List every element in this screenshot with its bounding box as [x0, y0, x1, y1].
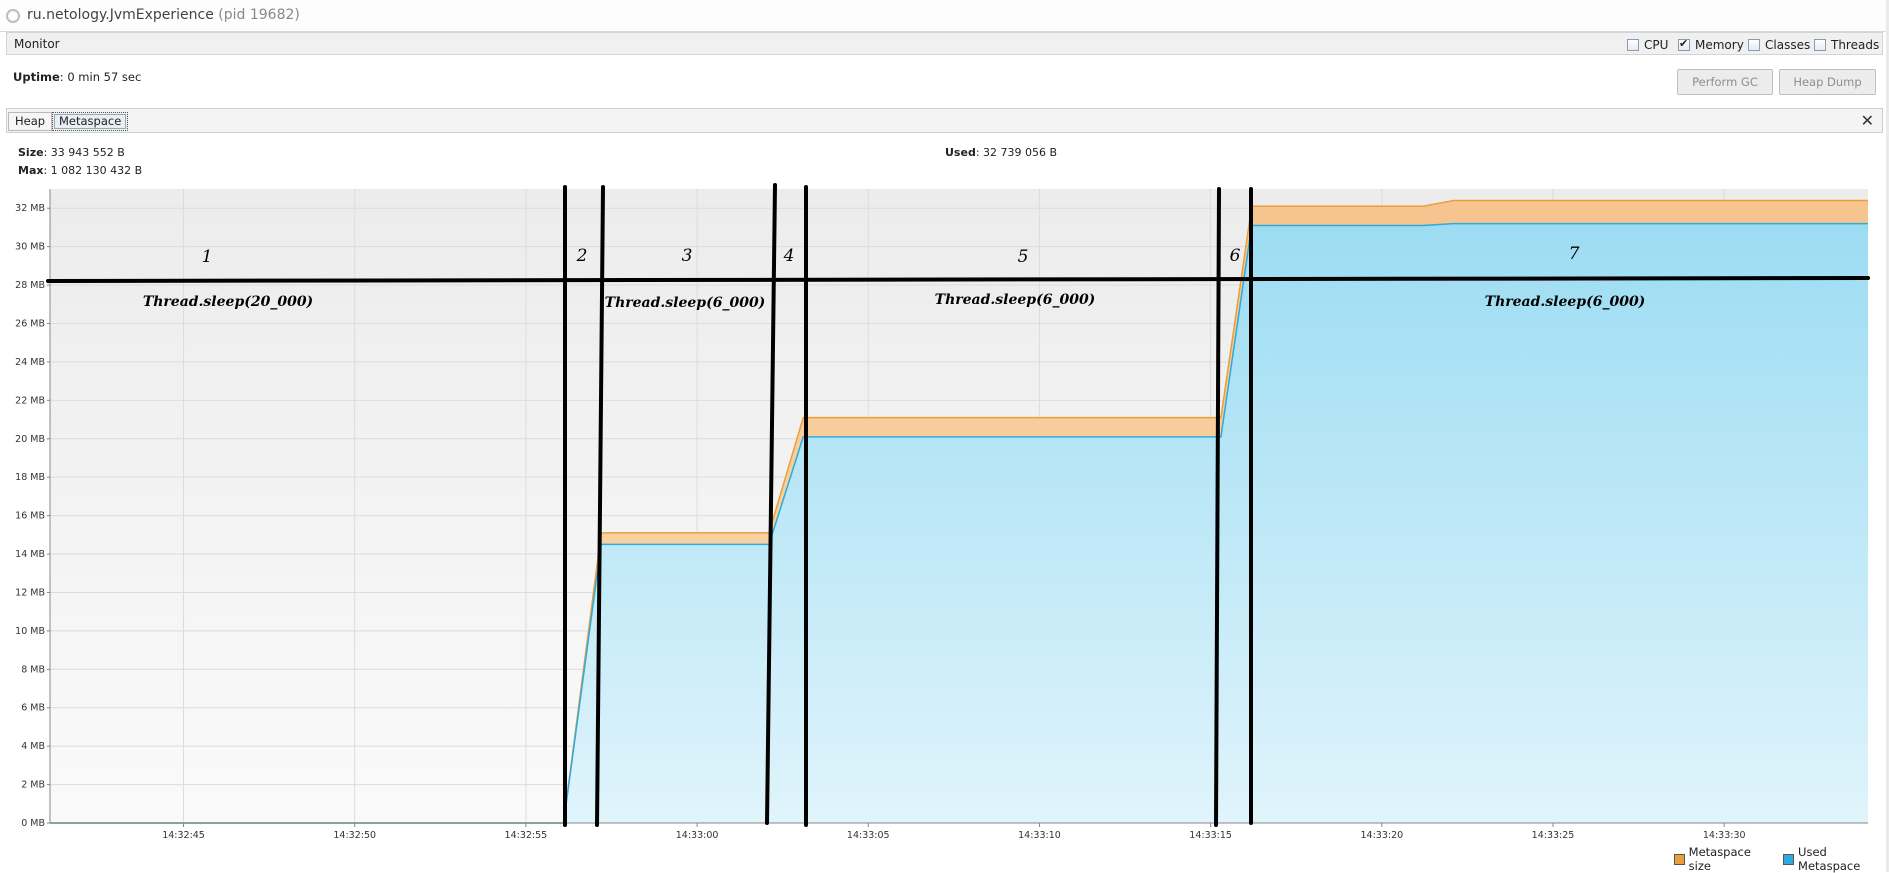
y-tick-label: 16 MB [15, 511, 45, 522]
y-tick-label: 10 MB [15, 626, 45, 637]
legend-label-metaspace-size: Metaspace size [1688, 845, 1751, 873]
thread-sleep-label: Thread.sleep(6_000) [605, 295, 766, 311]
y-tick-label: 6 MB [21, 703, 45, 714]
thread-sleep-label: Thread.sleep(6_000) [1485, 294, 1646, 310]
used-label: Used [945, 146, 976, 159]
y-tick-label: 20 MB [15, 434, 45, 445]
y-tick-label: 24 MB [15, 357, 45, 368]
size-value: : 33 943 552 B [43, 146, 125, 159]
x-tick-label: 14:33:20 [1360, 830, 1403, 840]
close-icon[interactable]: ✕ [1861, 111, 1874, 130]
y-tick-label: 18 MB [15, 472, 45, 483]
uptime-value: : 0 min 57 sec [59, 70, 142, 84]
classes-checkbox-label: Classes [1765, 37, 1811, 52]
y-tick-label: 14 MB [15, 549, 45, 560]
app-pid: (pid 19682) [218, 7, 300, 23]
max-info: Max: 1 082 130 432 B [18, 164, 142, 177]
x-tick-label: 14:33:05 [847, 830, 890, 840]
window-titlebar: ru.netology.JvmExperience (pid 19682) [0, 0, 1889, 32]
max-value: : 1 082 130 432 B [43, 164, 143, 177]
legend-swatch-metaspace-size [1674, 853, 1685, 865]
threads-checkbox[interactable]: Threads [1814, 37, 1879, 52]
app-name: ru.netology.JvmExperience [27, 7, 214, 23]
uptime-label: Uptime [13, 70, 60, 84]
phase-number-label: 2 [576, 246, 588, 266]
y-tick-label: 2 MB [21, 780, 45, 791]
cpu-checkbox-label: CPU [1644, 37, 1669, 52]
phase-number-label: 3 [682, 246, 693, 266]
heap-dump-button[interactable]: Heap Dump [1779, 69, 1876, 95]
perform-gc-button[interactable]: Perform GC [1677, 69, 1773, 95]
memory-checkbox-label: Memory [1695, 37, 1744, 52]
y-tick-label: 12 MB [15, 587, 45, 598]
used-value: : 32 739 056 B [975, 146, 1058, 159]
phase-number-label: 1 [202, 247, 213, 267]
cpu-checkbox[interactable]: CPU [1627, 37, 1668, 52]
x-tick-label: 14:33:25 [1532, 830, 1575, 840]
size-label: Size [18, 146, 44, 159]
thread-sleep-label: Thread.sleep(6_000) [935, 292, 1096, 308]
thread-sleep-label: Thread.sleep(20_000) [143, 294, 313, 310]
checkbox-checked-icon[interactable] [1678, 37, 1690, 51]
x-tick-label: 14:33:10 [1018, 830, 1061, 840]
metaspace-chart: 0 MB 2 MB 4 MB 6 MB 8 MB 10 MB 12 MB 14 MB 16 MB… [15, 183, 1870, 840]
size-info: Size: 33 943 552 B [18, 146, 125, 159]
window-status-icon [6, 9, 20, 23]
chart-legend: Metaspace size Used Metaspace [1674, 845, 1889, 873]
y-tick-label: 0 MB [21, 818, 45, 829]
x-tick-label: 14:32:55 [505, 830, 548, 840]
y-tick-label: 30 MB [15, 242, 45, 253]
window-title: ru.netology.JvmExperience (pid 19682) [27, 7, 300, 23]
legend-swatch-used-metaspace [1783, 853, 1795, 865]
threads-checkbox-label: Threads [1831, 37, 1880, 52]
phase-number-label: 4 [783, 246, 795, 266]
phase-number-label: 5 [1018, 247, 1029, 267]
legend-label-used-metaspace: Used Metaspace [1798, 845, 1861, 873]
checkbox-box-icon[interactable] [1748, 38, 1760, 51]
tab-metaspace[interactable]: Metaspace [52, 112, 129, 131]
y-tick-label: 28 MB [15, 280, 45, 291]
x-tick-label: 14:32:50 [333, 830, 376, 840]
classes-checkbox[interactable]: Classes [1748, 37, 1810, 52]
max-label: Max [18, 164, 44, 177]
y-tick-label: 4 MB [21, 741, 45, 752]
y-tick-label: 26 MB [15, 318, 45, 329]
checkbox-box-icon[interactable] [1814, 38, 1826, 51]
monitor-header: Monitor CPU Memory Classes Threads [6, 32, 1883, 55]
phase-number-label: 7 [1569, 244, 1580, 264]
x-tick-label: 14:33:00 [676, 830, 719, 840]
used-info: Used: 32 739 056 B [945, 146, 1057, 159]
uptime: Uptime: 0 min 57 sec [13, 70, 141, 84]
tab-heap[interactable]: Heap [8, 112, 53, 131]
x-tick-label: 14:33:15 [1189, 830, 1232, 840]
x-tick-label: 14:32:45 [162, 830, 205, 840]
memory-checkbox[interactable]: Memory [1678, 37, 1744, 52]
checkbox-box-icon[interactable] [1627, 38, 1639, 51]
x-tick-label: 14:33:30 [1703, 830, 1746, 840]
y-tick-label: 32 MB [15, 203, 45, 214]
tab-bar: Heap Metaspace ✕ [6, 108, 1883, 133]
y-tick-label: 8 MB [21, 664, 45, 675]
y-tick-label: 22 MB [15, 395, 45, 406]
monitor-label: Monitor [14, 37, 60, 51]
phase-number-label: 6 [1230, 246, 1241, 266]
